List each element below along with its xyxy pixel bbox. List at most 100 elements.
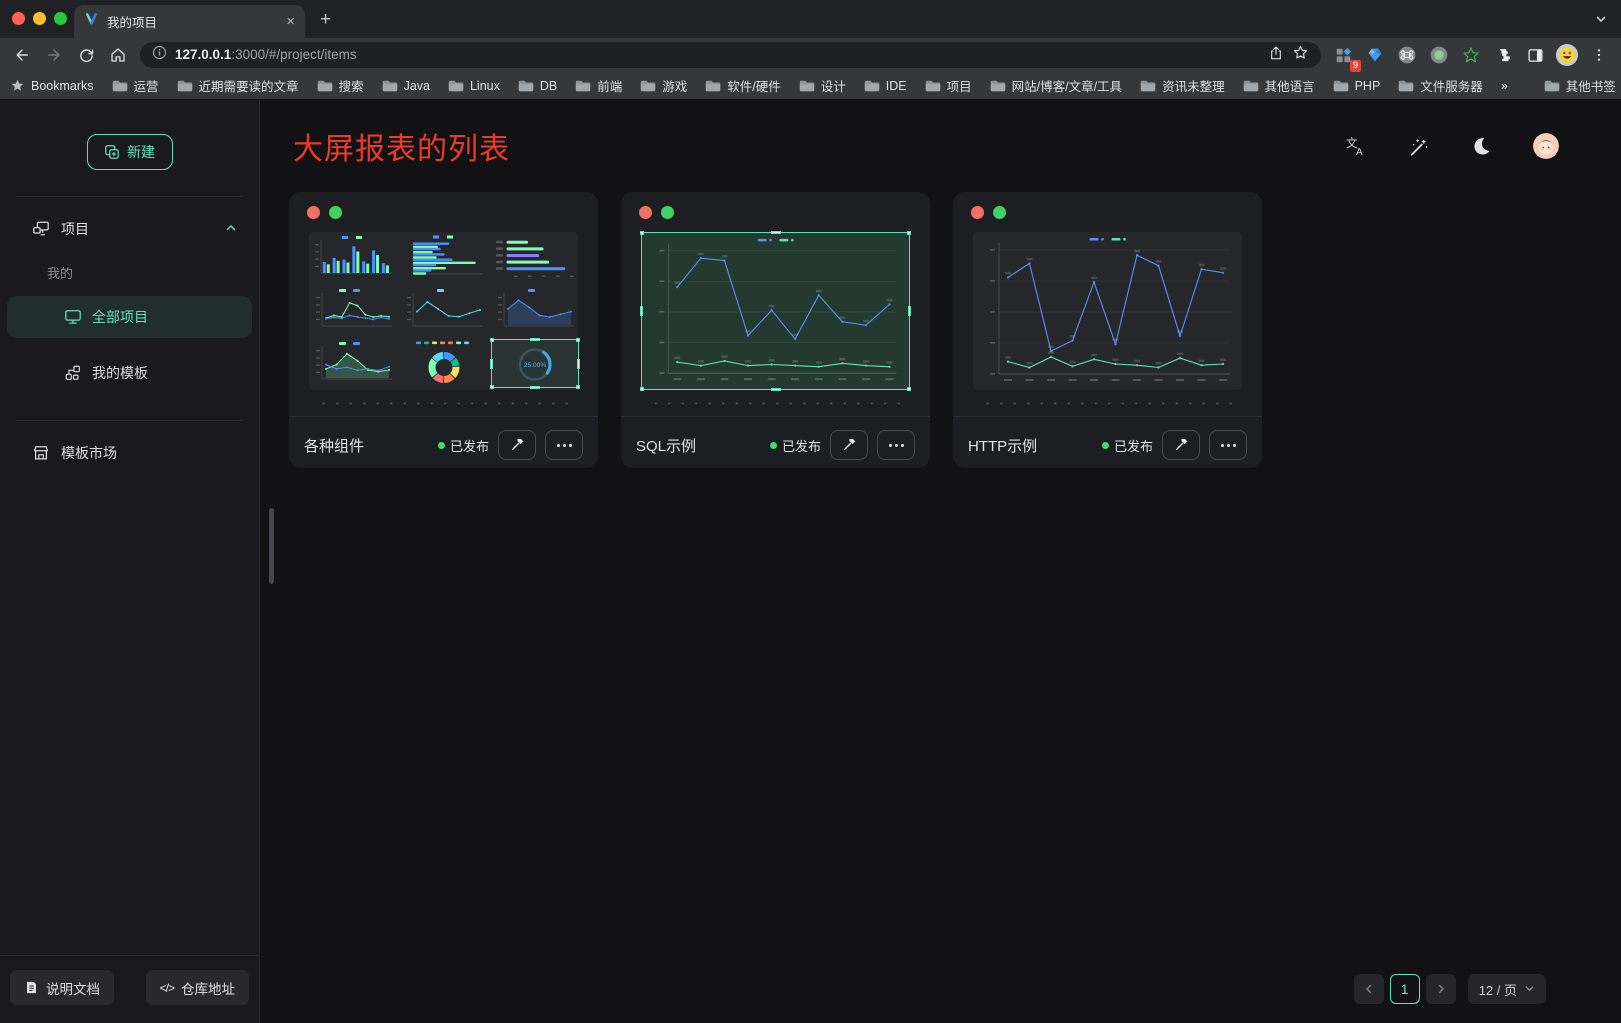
page-title: 大屏报表的列表 (293, 124, 510, 168)
status-dot-icon (1102, 442, 1109, 449)
reload-icon[interactable] (72, 41, 100, 69)
bookmark-folder-item[interactable]: 文件服务器 (1398, 76, 1483, 95)
bookmark-folder-item[interactable]: 运营 (112, 76, 159, 95)
bookmark-folder-item[interactable]: 游戏 (640, 76, 687, 95)
project-thumbnail[interactable]: 25.00% (309, 232, 578, 390)
project-thumbnail[interactable] (641, 232, 910, 390)
docs-button[interactable]: 说明文档 (10, 970, 114, 1005)
sidebar-item-my-templates[interactable]: 我的模板 (7, 352, 252, 394)
window-zoom-button[interactable] (54, 12, 67, 25)
more-button[interactable] (545, 430, 583, 460)
mini-bar-chart (310, 234, 396, 281)
bookmark-star-icon[interactable] (1292, 44, 1309, 66)
next-page-button[interactable] (1426, 974, 1456, 1004)
bookmark-folder-item[interactable]: 近期需要读的文章 (177, 76, 299, 95)
line-chart (973, 232, 1242, 390)
edit-button[interactable] (830, 430, 868, 460)
project-card[interactable]: SQL示例 已发布 (621, 192, 930, 468)
bookmark-folder-item[interactable]: 前端 (575, 76, 622, 95)
extension-grid-icon[interactable]: 9 (1329, 41, 1357, 69)
other-bookmarks-item[interactable]: 其他书签 (1544, 76, 1616, 95)
repo-label: 仓库地址 (181, 978, 235, 998)
tab-close-icon[interactable]: × (286, 14, 295, 29)
page-size-select[interactable]: 12 / 页 (1468, 974, 1546, 1004)
bookmark-folder-item[interactable]: IDE (864, 79, 907, 93)
project-thumbnail[interactable] (973, 232, 1242, 390)
svg-text:25.00%: 25.00% (524, 362, 546, 369)
sidebar-footer: 说明文档 </> 仓库地址 (0, 955, 259, 1023)
forward-icon[interactable] (40, 41, 68, 69)
dark-mode-moon-icon[interactable] (1470, 135, 1492, 157)
bookmark-folder-item[interactable]: Linux (448, 79, 500, 93)
share-icon[interactable] (1268, 45, 1284, 66)
bookmarks-root-item[interactable]: Bookmarks (10, 78, 94, 93)
bookmark-folder-item[interactable]: 软件/硬件 (705, 76, 780, 95)
sidebar-sublabel-mine: 我的 (0, 239, 259, 282)
chevron-up-icon[interactable] (225, 221, 237, 237)
pagination: 1 12 / 页 (1354, 974, 1546, 1004)
user-avatar[interactable] (1533, 133, 1559, 159)
sidebar-item-template-market[interactable]: 模板市场 (0, 433, 259, 473)
extension-badge: 9 (1350, 60, 1361, 72)
extension-gem-icon[interactable] (1361, 41, 1389, 69)
bookmark-folder-item[interactable]: DB (518, 79, 557, 93)
tab-overflow-chevron-icon[interactable] (1595, 12, 1607, 30)
side-panel-icon[interactable] (1521, 41, 1549, 69)
browser-menu-icon[interactable] (1585, 41, 1613, 69)
site-info-icon[interactable] (152, 45, 167, 65)
extension-command-icon[interactable] (1393, 41, 1421, 69)
green-dot-icon (329, 206, 342, 219)
screens-icon (32, 220, 50, 238)
tab-strip: 我的项目 × + (0, 0, 1621, 38)
url-bar[interactable]: 127.0.0.1:3000/#/project/items (140, 42, 1321, 68)
home-icon[interactable] (104, 41, 132, 69)
extension-star-icon[interactable] (1457, 41, 1485, 69)
edit-button[interactable] (1162, 430, 1200, 460)
bookmark-folder-item[interactable]: 项目 (925, 76, 972, 95)
language-translate-icon[interactable]: 文A (1344, 135, 1366, 157)
folder-icon (317, 79, 333, 93)
project-card[interactable]: 25.00% 各种组件 已发布 (289, 192, 598, 468)
window-close-button[interactable] (12, 12, 25, 25)
folder-icon (448, 79, 464, 93)
more-button[interactable] (1209, 430, 1247, 460)
extension-record-icon[interactable] (1425, 41, 1453, 69)
document-icon (24, 980, 39, 995)
bookmark-folder-item[interactable]: PHP (1333, 79, 1381, 93)
bookmark-folder-item[interactable]: 其他语言 (1243, 76, 1315, 95)
prev-page-button[interactable] (1354, 974, 1384, 1004)
magic-wand-icon[interactable] (1407, 135, 1429, 157)
edit-button[interactable] (498, 430, 536, 460)
new-tab-button[interactable]: + (320, 10, 331, 29)
bookmark-folder-item[interactable]: 设计 (799, 76, 846, 95)
selected-gauge-widget: 25.00% (492, 340, 578, 387)
back-icon[interactable] (8, 41, 36, 69)
window-minimize-button[interactable] (33, 12, 46, 25)
scrollbar-thumb[interactable] (269, 508, 274, 584)
tab-favicon (84, 12, 99, 32)
line-chart (642, 233, 909, 389)
current-page-button[interactable]: 1 (1390, 974, 1420, 1004)
bookmark-folder-item[interactable]: 网站/博客/文章/工具 (990, 76, 1122, 95)
bookmark-folder-item[interactable]: 搜索 (317, 76, 364, 95)
dotted-divider (317, 402, 570, 405)
thumbnail-charts-grid: 25.00% (309, 232, 578, 389)
project-card[interactable]: HTTP示例 已发布 (953, 192, 1262, 468)
card-window-dots (621, 206, 930, 219)
repo-button[interactable]: </> 仓库地址 (146, 970, 249, 1005)
folder-icon (382, 79, 398, 93)
profile-avatar-icon[interactable] (1553, 41, 1581, 69)
bookmark-folder-item[interactable]: Java (382, 79, 430, 93)
browser-tab[interactable]: 我的项目 × (74, 5, 305, 38)
folder-icon (640, 79, 656, 93)
sidebar-group-project[interactable]: 项目 (0, 197, 259, 239)
bookmarks-overflow-chevron[interactable]: » (1501, 79, 1508, 93)
extensions-puzzle-icon[interactable] (1489, 41, 1517, 69)
folder-icon (864, 79, 880, 93)
status-label: 已发布 (450, 436, 489, 455)
sidebar-item-label: 全部项目 (92, 307, 148, 327)
new-project-button[interactable]: 新建 (87, 134, 173, 170)
more-button[interactable] (877, 430, 915, 460)
sidebar-item-all-projects[interactable]: 全部项目 (7, 296, 252, 338)
bookmark-folder-item[interactable]: 资讯未整理 (1140, 76, 1225, 95)
